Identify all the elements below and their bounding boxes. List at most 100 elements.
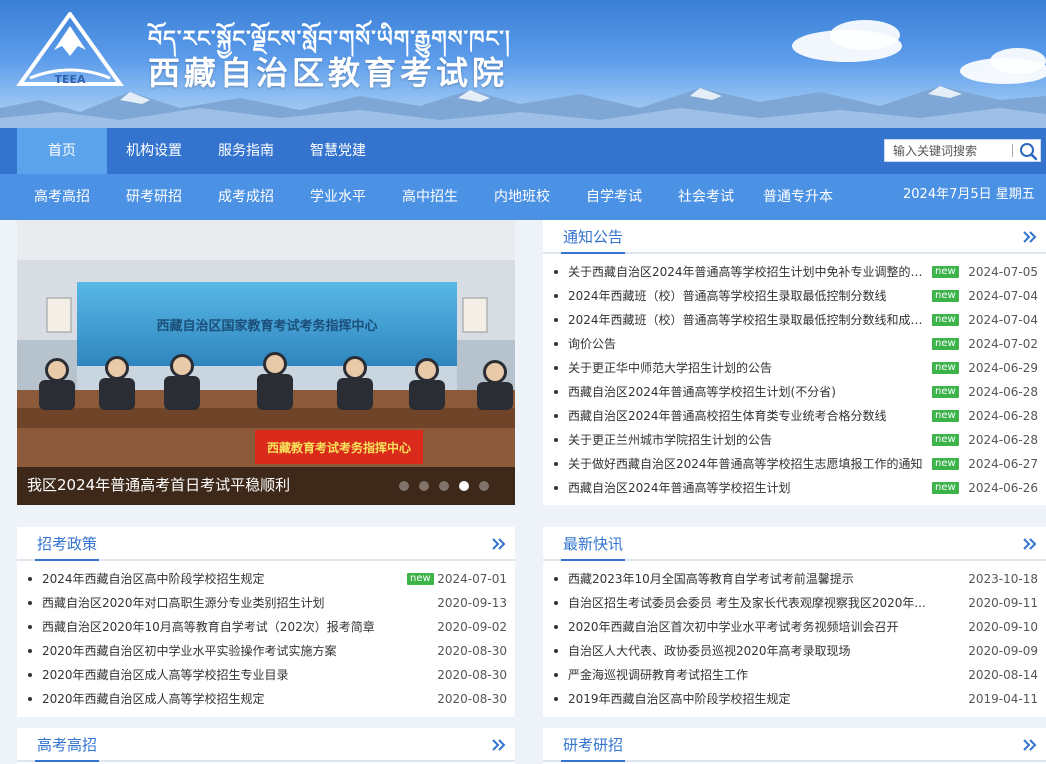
list-item[interactable]: 严金海巡视调研教育考试招生工作 2020-08-14	[551, 663, 1038, 687]
notices-panel-title[interactable]: 通知公告	[561, 226, 626, 254]
bullet-icon	[28, 577, 32, 581]
list-item-title[interactable]: 西藏自治区2024年普通高等学校招生计划	[568, 476, 932, 500]
list-item-date: 2020-08-30	[437, 644, 507, 658]
double-chevron-right-icon[interactable]	[1022, 537, 1038, 551]
graduate-panel-title[interactable]: 研考研招	[561, 734, 626, 762]
list-item[interactable]: 关于更正兰州城市学院招生计划的公告 new 2024-06-28	[551, 428, 1038, 452]
policy-panel-title[interactable]: 招考政策	[35, 533, 100, 561]
carousel-dot-5[interactable]	[479, 481, 489, 491]
news-panel-header: 最新快讯	[543, 527, 1046, 561]
bullet-icon	[554, 673, 558, 677]
list-item-title[interactable]: 严金海巡视调研教育考试招生工作	[568, 663, 926, 687]
nav-category-gaokao[interactable]: 高考高招	[34, 174, 90, 220]
list-item-date: 2024-06-26	[968, 481, 1038, 495]
bullet-icon	[554, 462, 558, 466]
carousel-dot-3[interactable]	[439, 481, 449, 491]
nav-category-highschool[interactable]: 高中招生	[402, 174, 458, 220]
list-item-title[interactable]: 关于更正兰州城市学院招生计划的公告	[568, 428, 932, 452]
list-item-title[interactable]: 2024年西藏班（校）普通高等学校招生录取最低控制分数线和成绩...	[568, 308, 932, 332]
list-item-title[interactable]: 关于西藏自治区2024年普通高等学校招生计划中免补专业调整的公告	[568, 260, 932, 284]
list-item[interactable]: 西藏自治区2024年普通高等学校招生计划 new 2024-06-26	[551, 476, 1038, 500]
list-item[interactable]: 西藏自治区2024年普通高校招生体育类专业统考合格分数线 new 2024-06-2…	[551, 404, 1038, 428]
bullet-icon	[554, 438, 558, 442]
list-item-title[interactable]: 2019年西藏自治区高中阶段学校招生规定	[568, 687, 926, 711]
list-item[interactable]: 自治区招生考试委员会委员 考生及家长代表观摩视察我区2020年... 2020-0…	[551, 591, 1038, 615]
cloud	[830, 20, 900, 50]
carousel-dot-1[interactable]	[399, 481, 409, 491]
carousel-dot-2[interactable]	[419, 481, 429, 491]
new-badge: new	[407, 573, 434, 585]
new-badge: new	[932, 314, 959, 326]
list-item[interactable]: 西藏自治区2020年对口高职生源分专业类别招生计划 2020-09-13	[25, 591, 507, 615]
list-item-title[interactable]: 2024年西藏班（校）普通高等学校招生录取最低控制分数线	[568, 284, 932, 308]
search-input[interactable]	[885, 140, 1011, 161]
bullet-icon	[554, 342, 558, 346]
list-item[interactable]: 关于做好西藏自治区2024年普通高等学校招生志愿填报工作的通知 new 2024-0…	[551, 452, 1038, 476]
list-item-date: 2020-08-30	[437, 668, 507, 682]
double-chevron-right-icon[interactable]	[491, 537, 507, 551]
list-item-date: 2024-06-28	[968, 409, 1038, 423]
double-chevron-right-icon[interactable]	[1022, 230, 1038, 244]
nav-category-upgrade[interactable]: 普通专升本	[763, 174, 833, 220]
list-item[interactable]: 西藏自治区2024年普通高等学校招生计划(不分省) new 2024-06-28	[551, 380, 1038, 404]
news-panel: 最新快讯 西藏2023年10月全国高等教育自学考试考前温馨提示 2023-10-1…	[543, 527, 1046, 717]
nav-category-adult[interactable]: 成考成招	[218, 174, 274, 220]
bullet-icon	[28, 673, 32, 677]
list-item[interactable]: 2020年西藏自治区成人高等学校招生规定 2020-08-30	[25, 687, 507, 711]
carousel-caption[interactable]: 我区2024年普通高考首日考试平稳顺利	[27, 474, 290, 495]
list-item-title[interactable]: 自治区人大代表、政协委员巡视2020年高考录取现场	[568, 639, 926, 663]
nav-category-academic[interactable]: 学业水平	[310, 174, 366, 220]
list-item-title[interactable]: 2020年西藏自治区成人高等学校招生规定	[42, 687, 382, 711]
list-item-title[interactable]: 西藏2023年10月全国高等教育自学考试考前温馨提示	[568, 567, 926, 591]
list-item-title[interactable]: 2020年西藏自治区成人高等学校招生专业目录	[42, 663, 382, 687]
list-item-title[interactable]: 2020年西藏自治区初中学业水平实验操作考试实施方案	[42, 639, 382, 663]
news-carousel[interactable]: 西藏自治区国家教育考试考务指挥中心 西藏教育考试考务指挥中心 我区2024年普通…	[17, 220, 515, 505]
nav-category-graduate[interactable]: 研考研招	[126, 174, 182, 220]
list-item[interactable]: 2024年西藏班（校）普通高等学校招生录取最低控制分数线和成绩... new 202…	[551, 308, 1038, 332]
list-item-title[interactable]: 西藏自治区2024年普通高等学校招生计划(不分省)	[568, 380, 932, 404]
list-item-title[interactable]: 2024年西藏自治区高中阶段学校招生规定	[42, 567, 382, 591]
carousel-dot-4[interactable]	[459, 481, 469, 491]
double-chevron-right-icon[interactable]	[491, 738, 507, 752]
list-item-title[interactable]: 西藏自治区2020年10月高等教育自学考试（202次）报考简章	[42, 615, 382, 639]
nav-item-service-guide[interactable]: 服务指南	[207, 128, 285, 174]
nav-item-party-building[interactable]: 智慧党建	[299, 128, 377, 174]
nav-category-selfstudy[interactable]: 自学考试	[586, 174, 642, 220]
nav-item-home[interactable]: 首页	[17, 128, 107, 174]
news-panel-title[interactable]: 最新快讯	[561, 533, 626, 561]
nav-item-organization[interactable]: 机构设置	[115, 128, 193, 174]
gaokao-panel-title[interactable]: 高考高招	[35, 734, 100, 762]
list-item[interactable]: 西藏自治区2020年10月高等教育自学考试（202次）报考简章 2020-09-0…	[25, 615, 507, 639]
list-item-date: 2023-10-18	[968, 572, 1038, 586]
list-item-title[interactable]: 关于做好西藏自治区2024年普通高等学校招生志愿填报工作的通知	[568, 452, 932, 476]
list-item-title[interactable]: 关于更正华中师范大学招生计划的公告	[568, 356, 932, 380]
policy-list: 2024年西藏自治区高中阶段学校招生规定 new 2024-07-01 西藏自治区20…	[25, 567, 507, 711]
nav-category-social[interactable]: 社会考试	[678, 174, 734, 220]
list-item[interactable]: 2020年西藏自治区首次初中学业水平考试考务视频培训会召开 2020-09-10	[551, 615, 1038, 639]
list-item[interactable]: 2020年西藏自治区初中学业水平实验操作考试实施方案 2020-08-30	[25, 639, 507, 663]
list-item-date: 2020-09-11	[968, 596, 1038, 610]
list-item[interactable]: 2020年西藏自治区成人高等学校招生专业目录 2020-08-30	[25, 663, 507, 687]
list-item[interactable]: 2024年西藏自治区高中阶段学校招生规定 new 2024-07-01	[25, 567, 507, 591]
list-item-date: 2020-08-30	[437, 692, 507, 706]
site-title: 西藏自治区教育考试院	[148, 54, 509, 92]
search-icon[interactable]	[1017, 141, 1039, 161]
list-item-title[interactable]: 自治区招生考试委员会委员 考生及家长代表观摩视察我区2020年...	[568, 591, 926, 615]
list-item[interactable]: 关于更正华中师范大学招生计划的公告 new 2024-06-29	[551, 356, 1038, 380]
list-item-date: 2020-09-10	[968, 620, 1038, 634]
list-item[interactable]: 西藏2023年10月全国高等教育自学考试考前温馨提示 2023-10-18	[551, 567, 1038, 591]
list-item-title[interactable]: 2020年西藏自治区首次初中学业水平考试考务视频培训会召开	[568, 615, 926, 639]
cloud	[990, 48, 1046, 74]
list-item[interactable]: 询价公告 new 2024-07-02	[551, 332, 1038, 356]
list-item[interactable]: 自治区人大代表、政协委员巡视2020年高考录取现场 2020-09-09	[551, 639, 1038, 663]
list-item[interactable]: 2024年西藏班（校）普通高等学校招生录取最低控制分数线 new 2024-07-0…	[551, 284, 1038, 308]
list-item-title[interactable]: 询价公告	[568, 332, 932, 356]
nav-category-inland[interactable]: 内地班校	[494, 174, 550, 220]
list-item-title[interactable]: 西藏自治区2024年普通高校招生体育类专业统考合格分数线	[568, 404, 932, 428]
list-item[interactable]: 关于西藏自治区2024年普通高等学校招生计划中免补专业调整的公告 new 2024-…	[551, 260, 1038, 284]
list-item-title[interactable]: 西藏自治区2020年对口高职生源分专业类别招生计划	[42, 591, 382, 615]
new-badge: new	[932, 290, 959, 302]
list-item[interactable]: 2019年西藏自治区高中阶段学校招生规定 2019-04-11	[551, 687, 1038, 711]
list-item-date: 2019-04-11	[968, 692, 1038, 706]
double-chevron-right-icon[interactable]	[1022, 738, 1038, 752]
